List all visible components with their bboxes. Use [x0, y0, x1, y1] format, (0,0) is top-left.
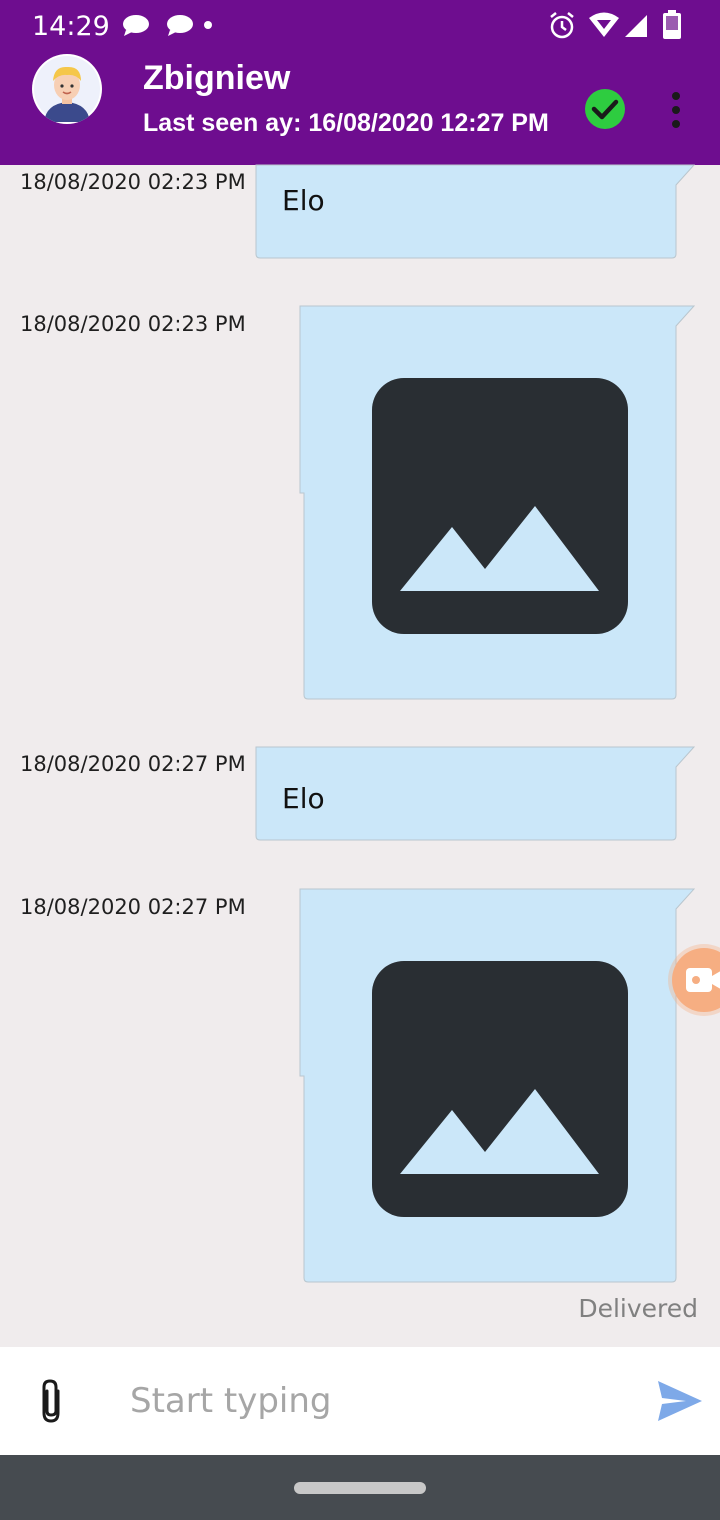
- chat-bubble-icon: [123, 15, 149, 36]
- system-nav-bar: [0, 1455, 720, 1520]
- status-time: 14:29: [32, 11, 110, 42]
- send-icon[interactable]: [656, 1379, 704, 1423]
- message-text: Elo: [282, 782, 325, 815]
- video-camera-icon: [686, 968, 720, 992]
- message-timestamp: 18/08/2020 02:23 PM: [20, 312, 246, 336]
- dot-icon: [204, 21, 212, 29]
- message-text: Elo: [282, 184, 325, 217]
- image-icon: [372, 378, 628, 634]
- image-message-bubble[interactable]: [298, 305, 698, 702]
- image-icon: [372, 961, 628, 1217]
- signal-icon: [625, 15, 647, 37]
- message-input[interactable]: [130, 1373, 630, 1429]
- image-message-bubble[interactable]: [298, 888, 698, 1285]
- message-composer: [0, 1347, 720, 1455]
- last-seen-status: Last seen ay: 16/08/2020 12:27 PM: [143, 109, 549, 137]
- message-timestamp: 18/08/2020 02:27 PM: [20, 752, 246, 776]
- avatar[interactable]: [32, 54, 102, 124]
- status-bar: 14:29: [0, 0, 720, 52]
- message-timestamp: 18/08/2020 02:23 PM: [20, 170, 246, 194]
- contact-name: Zbigniew: [143, 59, 291, 97]
- message-bubble[interactable]: Elo: [254, 730, 698, 844]
- battery-icon: [663, 10, 681, 39]
- contact-avatar-icon: [34, 56, 100, 122]
- paperclip-icon[interactable]: [32, 1377, 72, 1427]
- delivery-status: Delivered: [578, 1294, 698, 1323]
- online-check-icon: [585, 89, 625, 129]
- message-bubble[interactable]: Elo: [254, 148, 698, 262]
- alarm-icon: [550, 12, 574, 39]
- message-timestamp: 18/08/2020 02:27 PM: [20, 895, 246, 919]
- wifi-icon: [589, 12, 619, 37]
- more-vert-icon[interactable]: [660, 90, 692, 130]
- home-gesture-handle[interactable]: [294, 1482, 426, 1494]
- chat-screen: 14:29 Zbigniew Last seen ay: 16/08/2020 …: [0, 0, 720, 1520]
- chat-bubble-icon: [167, 15, 193, 36]
